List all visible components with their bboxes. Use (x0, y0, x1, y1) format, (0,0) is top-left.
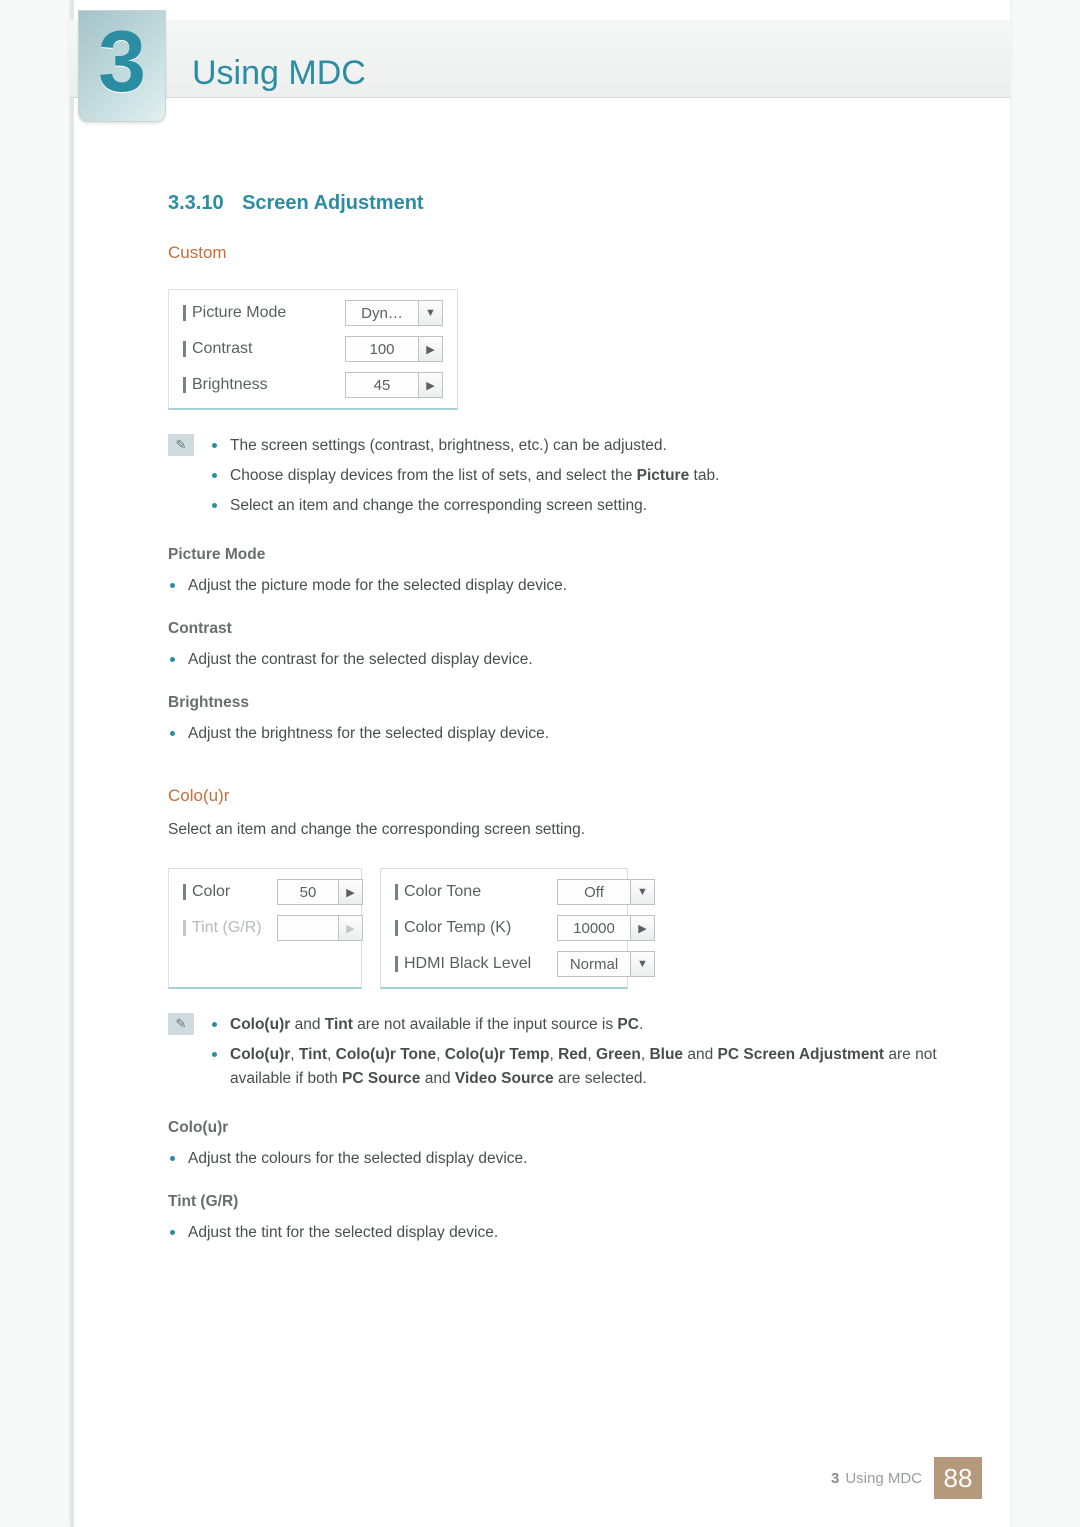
hdmi-black-label: HDMI Black Level (395, 955, 557, 973)
dropdown-icon[interactable]: ▼ (631, 879, 655, 905)
page: 3 Using MDC 3.3.10 Screen Adjustment Cus… (70, 0, 1010, 1527)
note-item: The screen settings (contrast, brightnes… (210, 434, 719, 458)
brightness-head: Brightness (168, 694, 958, 712)
note-item: Colo(u)r and Tint are not available if t… (210, 1013, 958, 1037)
note-item: Select an item and change the correspond… (210, 494, 719, 518)
color-tone-label: Color Tone (395, 883, 557, 901)
custom-heading: Custom (168, 243, 958, 263)
page-header: 3 Using MDC (70, 20, 1010, 98)
tint-input (277, 915, 339, 941)
colour-item-head: Colo(u)r (168, 1119, 958, 1137)
note-icon: ✎ (168, 434, 194, 456)
chapter-badge: 3 (78, 10, 166, 122)
color-input[interactable] (277, 879, 339, 905)
hdmi-black-select[interactable] (557, 951, 631, 977)
brightness-row: Brightness ▶ (183, 372, 443, 398)
picture-mode-row: Picture Mode ▼ (183, 300, 443, 326)
color-label: Color (183, 883, 277, 901)
page-number: 88 (934, 1457, 982, 1499)
picture-mode-head: Picture Mode (168, 546, 958, 564)
color-row: Color ▶ (183, 879, 363, 905)
picture-mode-label: Picture Mode (183, 304, 345, 322)
chapter-number: 3 (78, 10, 166, 122)
contrast-desc: Adjust the contrast for the selected dis… (168, 648, 958, 672)
content: 3.3.10 Screen Adjustment Custom Picture … (168, 192, 958, 1251)
tint-item-desc: Adjust the tint for the selected display… (168, 1221, 958, 1245)
contrast-row: Contrast ▶ (183, 336, 443, 362)
dropdown-icon[interactable]: ▼ (419, 300, 443, 326)
note-item: Choose display devices from the list of … (210, 464, 719, 488)
color-temp-input[interactable] (557, 915, 631, 941)
spinner-icon: ▶ (339, 915, 363, 941)
spinner-icon[interactable]: ▶ (339, 879, 363, 905)
contrast-label: Contrast (183, 340, 345, 358)
note-icon: ✎ (168, 1013, 194, 1035)
colour-right-panel: Color Tone ▼ Color Temp (K) ▶ (380, 868, 628, 989)
section-title: Screen Adjustment (228, 192, 424, 214)
spinner-icon[interactable]: ▶ (631, 915, 655, 941)
section-number: 3.3.10 (168, 192, 224, 214)
dropdown-icon[interactable]: ▼ (631, 951, 655, 977)
color-tone-select[interactable] (557, 879, 631, 905)
color-temp-row: Color Temp (K) ▶ (395, 915, 655, 941)
color-tone-row: Color Tone ▼ (395, 879, 655, 905)
picture-mode-desc: Adjust the picture mode for the selected… (168, 574, 958, 598)
brightness-input[interactable] (345, 372, 419, 398)
page-footer: 3 Using MDC 88 (831, 1457, 982, 1499)
chapter-title: Using MDC (192, 54, 366, 93)
hdmi-black-row: HDMI Black Level ▼ (395, 951, 655, 977)
spinner-icon[interactable]: ▶ (419, 372, 443, 398)
footer-caption: 3 Using MDC (831, 1457, 922, 1499)
colour-left-panel: Color ▶ Tint (G/R) ▶ (168, 868, 362, 989)
picture-mode-select[interactable] (345, 300, 419, 326)
colour-note: ✎ Colo(u)r and Tint are not available if… (168, 1013, 958, 1097)
contrast-input[interactable] (345, 336, 419, 362)
brightness-desc: Adjust the brightness for the selected d… (168, 722, 958, 746)
section-heading: 3.3.10 Screen Adjustment (168, 192, 958, 215)
left-stripe (70, 0, 74, 1527)
tint-label: Tint (G/R) (183, 919, 277, 937)
note-item: Colo(u)r, Tint, Colo(u)r Tone, Colo(u)r … (210, 1043, 958, 1091)
colour-heading: Colo(u)r (168, 786, 958, 806)
brightness-label: Brightness (183, 376, 345, 394)
colour-item-desc: Adjust the colours for the selected disp… (168, 1147, 958, 1171)
tint-item-head: Tint (G/R) (168, 1193, 958, 1211)
color-temp-label: Color Temp (K) (395, 919, 557, 937)
custom-note: ✎ The screen settings (contrast, brightn… (168, 434, 958, 524)
colour-intro: Select an item and change the correspond… (168, 818, 958, 842)
contrast-head: Contrast (168, 620, 958, 638)
custom-panel: Picture Mode ▼ Contrast ▶ Brightness (168, 289, 458, 410)
tint-row: Tint (G/R) ▶ (183, 915, 363, 941)
spinner-icon[interactable]: ▶ (419, 336, 443, 362)
